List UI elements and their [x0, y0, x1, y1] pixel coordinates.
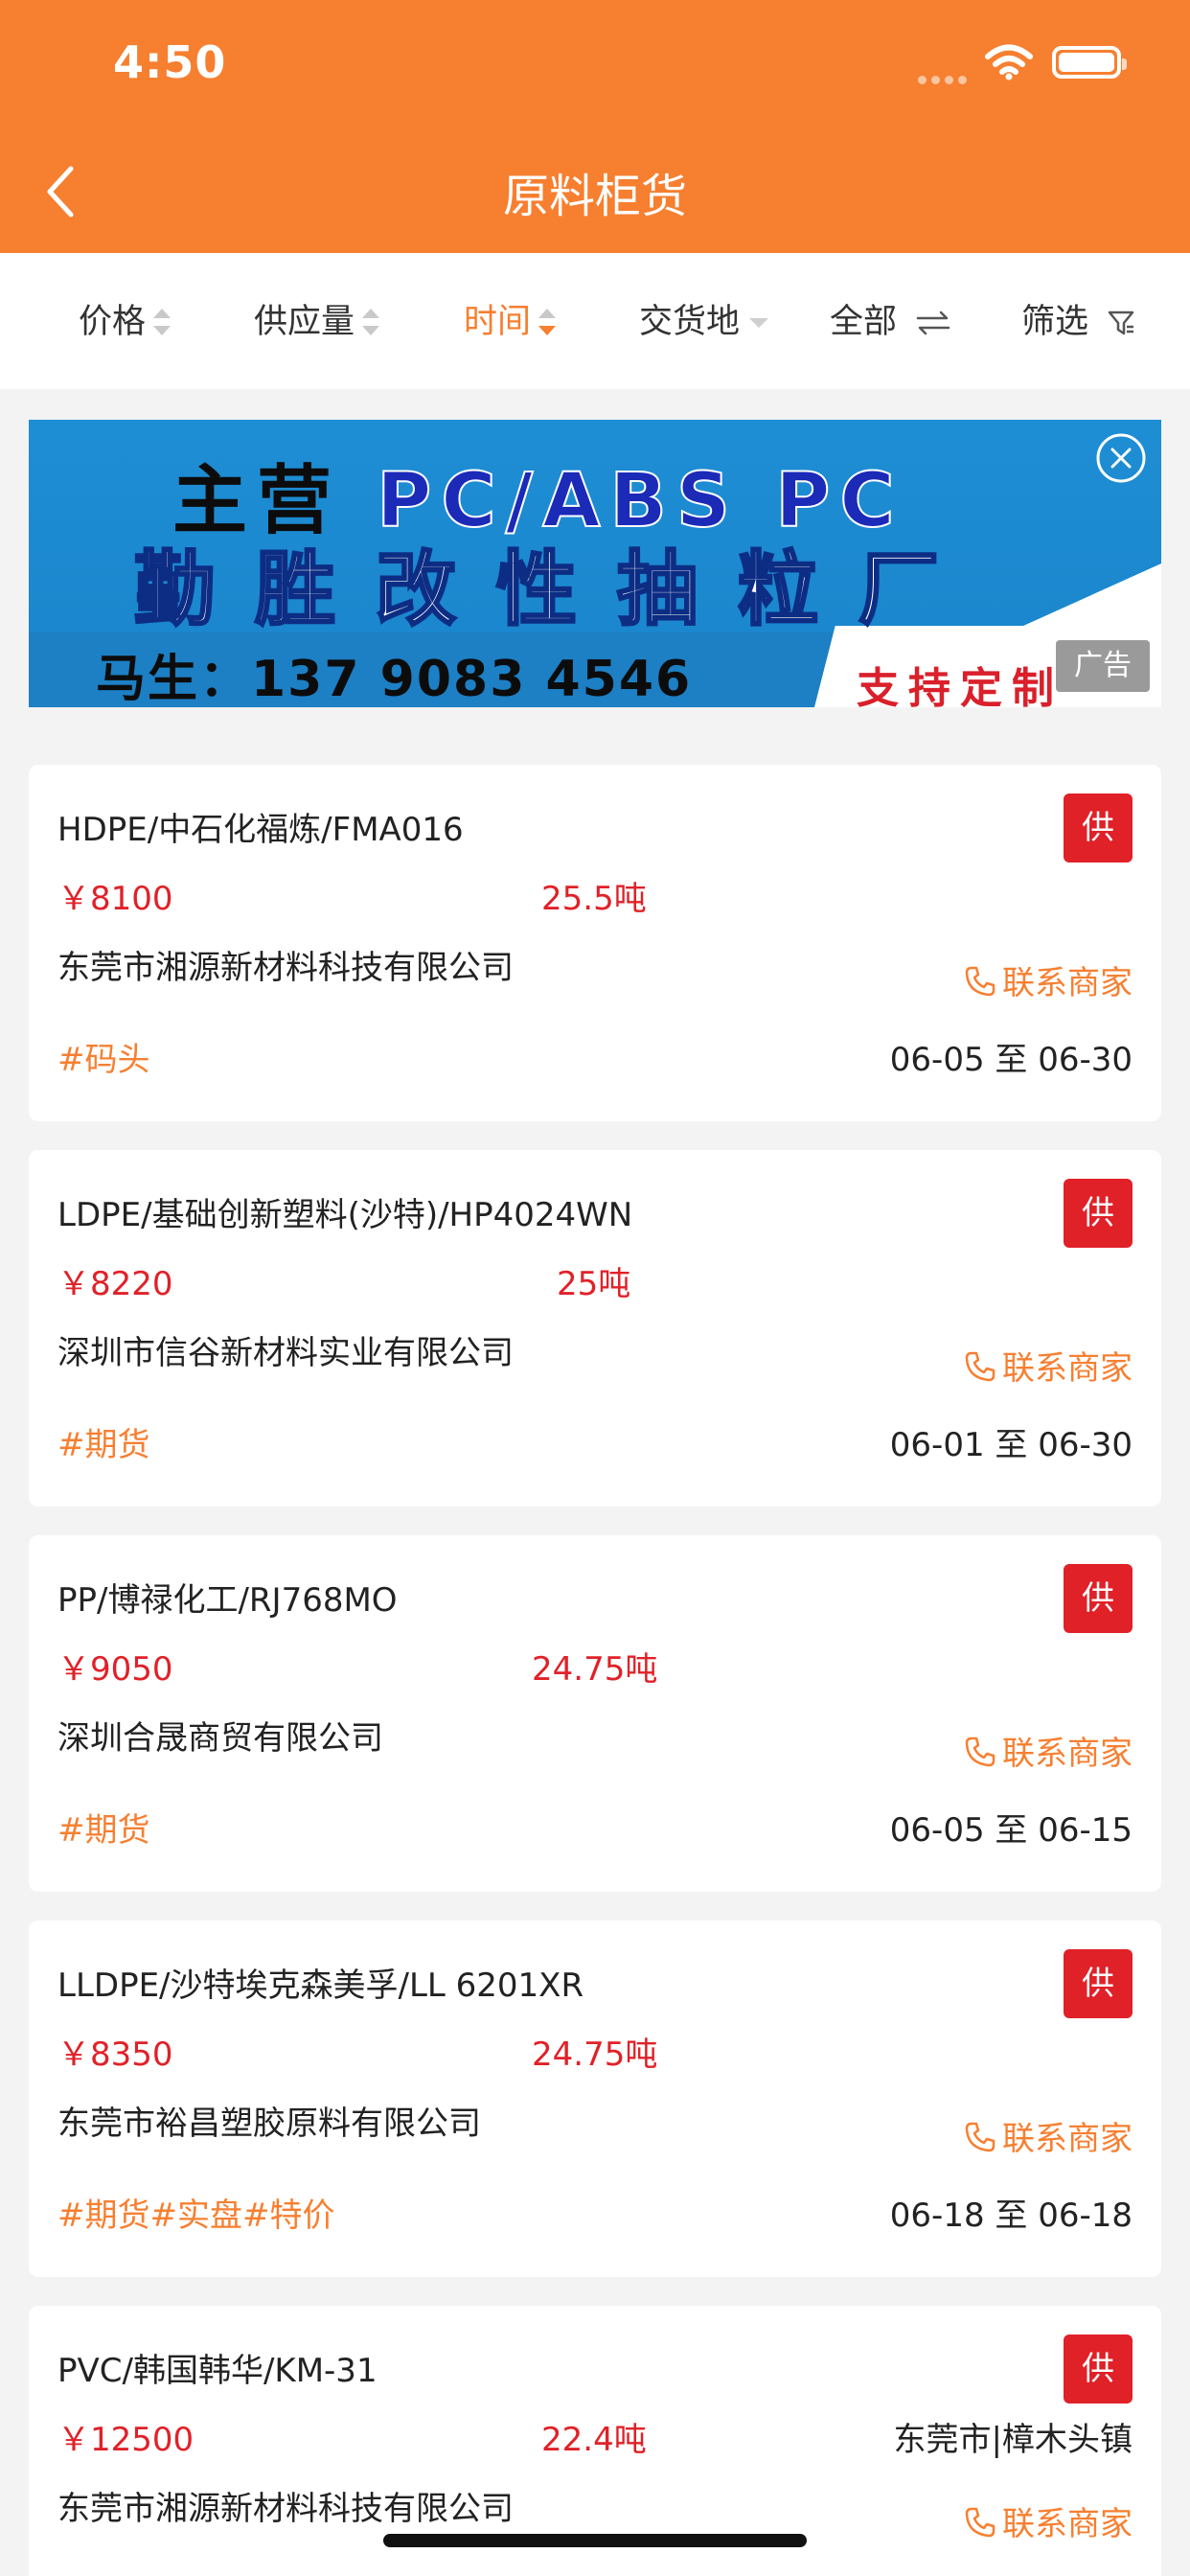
wifi-icon: [985, 44, 1033, 80]
date-range: 06-18 至 06-18: [889, 2196, 1133, 2235]
filter-label: 筛选: [1021, 303, 1089, 341]
company-name: 东莞市湘源新材料科技有限公司: [57, 2490, 514, 2528]
filter-all[interactable]: 全部: [830, 299, 951, 345]
quantity: 24.75吨: [532, 1650, 658, 1689]
supply-badge: 供: [1064, 1179, 1133, 1248]
home-indicator[interactable]: [383, 2534, 807, 2547]
ad-slogan: 支持定制: [857, 664, 1064, 707]
listing-card[interactable]: PP/博禄化工/RJ768MO 供 ￥9050 24.75吨 深圳合晟商贸有限公…: [29, 1535, 1161, 1892]
contact-seller-button[interactable]: 联系商家: [964, 2497, 1133, 2544]
contact-seller-button[interactable]: 联系商家: [964, 2112, 1133, 2159]
ad-label: 广告: [1056, 640, 1150, 692]
filter-screen[interactable]: 筛选: [1021, 299, 1135, 345]
contact-label: 联系商家: [1002, 1735, 1133, 1773]
filter-time[interactable]: 时间: [464, 299, 557, 345]
filter-supply[interactable]: 供应量: [254, 299, 380, 345]
company-name: 深圳合晟商贸有限公司: [57, 1719, 383, 1758]
quantity: 22.4吨: [541, 2421, 647, 2459]
product-name: PP/博禄化工/RJ768MO: [57, 1581, 398, 1620]
funnel-icon: [1108, 310, 1134, 335]
supply-badge: 供: [1064, 1949, 1133, 2018]
close-icon[interactable]: [1094, 431, 1148, 485]
price: ￥8350: [57, 2036, 173, 2074]
contact-label: 联系商家: [1002, 2505, 1133, 2543]
top-bar: 4:50 原料柜货: [0, 0, 1190, 253]
phone-icon: [965, 1736, 995, 1767]
sort-icon: [538, 307, 557, 339]
listing-tags: #期货: [57, 1811, 150, 1850]
listing-tags: #码头: [57, 1041, 150, 1079]
product-name: LDPE/基础创新塑料(沙特)/HP4024WN: [57, 1196, 633, 1234]
listing-card[interactable]: HDPE/中石化福炼/FMA016 供 ￥8100 25.5吨 东莞市湘源新材料…: [29, 765, 1161, 1121]
contact-seller-button[interactable]: 联系商家: [964, 956, 1133, 1003]
product-name: LLDPE/沙特埃克森美孚/LL 6201XR: [57, 1966, 584, 2005]
filter-label: 价格: [79, 303, 147, 341]
company-name: 东莞市裕昌塑胶原料有限公司: [57, 2104, 481, 2143]
sort-icon: [362, 307, 380, 339]
supply-badge: 供: [1064, 2334, 1133, 2404]
status-time: 4:50: [113, 36, 227, 88]
sort-icon: [153, 307, 172, 339]
phone-icon: [965, 2507, 995, 2538]
contact-label: 联系商家: [1002, 1349, 1133, 1388]
price: ￥8220: [57, 1265, 173, 1303]
company-name: 东莞市湘源新材料科技有限公司: [57, 949, 514, 987]
phone-icon: [965, 1351, 995, 1382]
supply-badge: 供: [1064, 794, 1133, 862]
contact-seller-button[interactable]: 联系商家: [964, 1342, 1133, 1389]
filter-price[interactable]: 价格: [79, 299, 172, 345]
swap-icon: [916, 310, 950, 335]
page-title: 原料柜货: [502, 170, 687, 223]
quantity: 25吨: [557, 1265, 631, 1303]
ad-banner[interactable]: 主营 PC/ABS PC 勤胜改性抽粒厂 马生：137 9083 4546 支持…: [29, 420, 1161, 707]
company-name: 深圳市信谷新材料实业有限公司: [57, 1334, 514, 1372]
battery-icon: [1052, 46, 1127, 79]
date-range: 06-05 至 06-30: [889, 1041, 1133, 1079]
chevron-down-icon: [749, 318, 769, 328]
filter-bar: 价格 供应量 时间 交货地 全部 筛选: [0, 253, 1190, 389]
filter-delivery-place[interactable]: 交货地: [639, 299, 769, 345]
listing-tags: #期货#实盘#特价: [57, 2196, 335, 2235]
filter-label: 供应量: [254, 303, 355, 341]
ad-phone: 马生：137 9083 4546: [96, 651, 693, 707]
price: ￥12500: [57, 2421, 195, 2459]
delivery-location: 东莞市|樟木头镇: [893, 2421, 1133, 2459]
date-range: 06-05 至 06-15: [889, 1811, 1133, 1850]
contact-label: 联系商家: [1002, 964, 1133, 1002]
product-name: HDPE/中石化福炼/FMA016: [57, 811, 464, 849]
filter-label: 全部: [830, 303, 898, 341]
phone-icon: [965, 2122, 995, 2152]
product-name: PVC/韩国韩华/KM-31: [57, 2352, 378, 2390]
ad-company-name: 勤胜改性抽粒厂: [132, 541, 980, 638]
contact-label: 联系商家: [1002, 2120, 1133, 2158]
supply-badge: 供: [1064, 1564, 1133, 1633]
price: ￥8100: [57, 880, 173, 918]
contact-seller-button[interactable]: 联系商家: [964, 1727, 1133, 1774]
filter-label: 交货地: [639, 303, 741, 341]
filter-label: 时间: [464, 303, 532, 341]
listing-card[interactable]: LDPE/基础创新塑料(沙特)/HP4024WN 供 ￥8220 25吨 深圳市…: [29, 1150, 1161, 1506]
date-range: 06-01 至 06-30: [889, 1426, 1133, 1464]
listing-tags: #期货: [57, 1426, 150, 1464]
cellular-signal-icon: [918, 70, 972, 88]
quantity: 25.5吨: [541, 880, 647, 918]
listing-card[interactable]: LLDPE/沙特埃克森美孚/LL 6201XR 供 ￥8350 24.75吨 东…: [29, 1920, 1161, 2277]
price: ￥9050: [57, 1650, 173, 1689]
phone-icon: [965, 966, 995, 997]
quantity: 24.75吨: [532, 2036, 658, 2074]
